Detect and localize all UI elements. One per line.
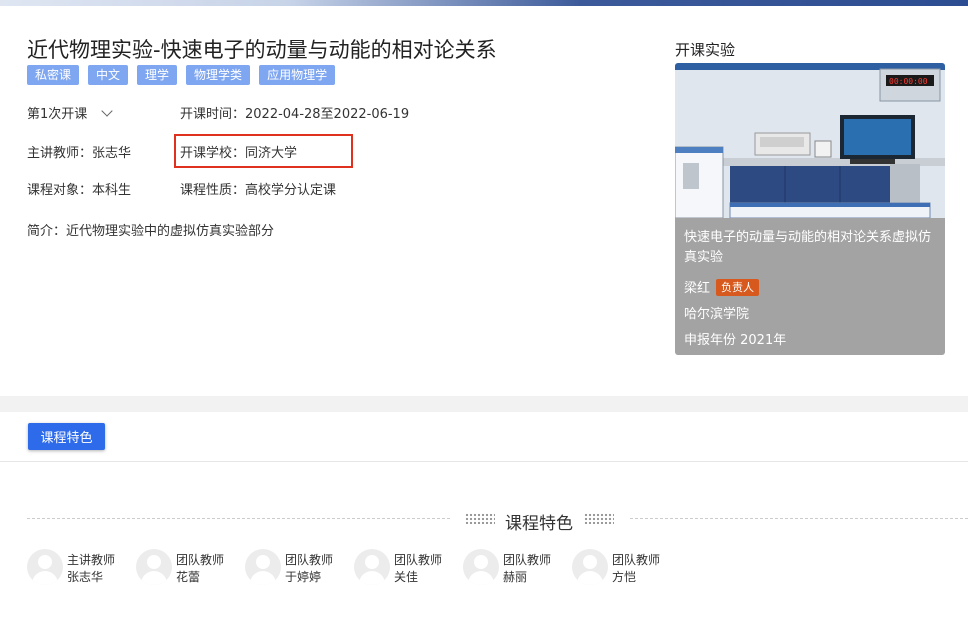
section-divider — [0, 396, 968, 412]
teacher-name: 赫丽 — [503, 570, 528, 584]
session-label: 第1次开课 — [27, 107, 88, 122]
experiment-name: 快速电子的动量与动能的相对论关系虚拟仿真实验 — [684, 230, 932, 265]
teacher-role: 团队教师 — [612, 553, 661, 567]
tab-course-feature[interactable]: 课程特色 — [28, 423, 105, 450]
teacher-name: 于婷婷 — [285, 570, 322, 584]
display-readout: 00:00:00 — [889, 77, 928, 86]
owner-badge: 负责人 — [716, 279, 760, 296]
session-select[interactable]: 第1次开课 — [27, 103, 113, 122]
tag-category: 物理学类 — [186, 65, 251, 85]
teacher-card[interactable]: 团队教师 关佳 — [354, 549, 464, 589]
experiment-thumbnail: 00:00:00 — [675, 63, 945, 218]
tag-discipline: 理学 — [137, 65, 178, 85]
dash-line-right — [630, 518, 968, 519]
course-nature: 课程性质：高校学分认定课 — [180, 183, 337, 198]
teacher-role: 主讲教师 — [67, 553, 116, 567]
experiment-year: 申报年份 2021年 — [684, 333, 787, 348]
teacher-role: 团队教师 — [176, 553, 225, 567]
tag-list: 私密课 中文 理学 物理学类 应用物理学 — [27, 65, 336, 85]
avatar — [572, 549, 608, 585]
section-title: 课程特色 — [505, 514, 573, 534]
teacher-role: 团队教师 — [285, 553, 334, 567]
dots-right-icon — [584, 513, 614, 524]
avatar — [136, 549, 172, 585]
teacher-card[interactable]: 团队教师 方恺 — [572, 549, 682, 589]
teacher-name: 花蕾 — [176, 570, 201, 584]
tag-private: 私密课 — [27, 65, 80, 85]
teacher-role: 团队教师 — [503, 553, 552, 567]
avatar — [27, 549, 63, 585]
teacher-card[interactable]: 团队教师 于婷婷 — [245, 549, 355, 589]
tag-major: 应用物理学 — [259, 65, 336, 85]
chevron-down-icon — [101, 105, 113, 117]
teacher-card[interactable]: 主讲教师 张志华 — [27, 549, 137, 589]
avatar — [354, 549, 390, 585]
experiment-heading: 开课实验 — [675, 41, 736, 59]
course-period: 开课时间：2022-04-28至2022-06-19 — [180, 107, 410, 122]
teacher-role: 团队教师 — [394, 553, 443, 567]
teacher-name: 方恺 — [612, 570, 637, 584]
avatar — [245, 549, 281, 585]
avatar — [463, 549, 499, 585]
course-title: 近代物理实验-快速电子的动量与动能的相对论关系 — [27, 38, 497, 62]
teacher-name: 张志华 — [67, 570, 104, 584]
tag-language: 中文 — [88, 65, 129, 85]
teacher-name: 关佳 — [394, 570, 419, 584]
dash-line-left — [27, 518, 450, 519]
course-intro: 简介：近代物理实验中的虚拟仿真实验部分 — [27, 224, 275, 239]
teacher-card[interactable]: 团队教师 赫丽 — [463, 549, 573, 589]
owner-name: 梁红 — [684, 281, 711, 296]
experiment-card[interactable]: 00:00:00 快速电子的动量与动能的相对论关系虚拟仿真实验 梁红 负责人 哈尔… — [675, 63, 945, 355]
top-banner — [0, 0, 968, 6]
highlight-box — [174, 134, 353, 168]
teacher-card[interactable]: 团队教师 花蕾 — [136, 549, 246, 589]
experiment-owner: 梁红 负责人 — [684, 277, 760, 296]
tab-underline — [0, 461, 968, 462]
course-audience: 课程对象：本科生 — [27, 183, 132, 198]
dots-left-icon — [465, 513, 495, 524]
course-teacher: 主讲教师：张志华 — [27, 146, 132, 161]
experiment-school: 哈尔滨学院 — [684, 307, 750, 322]
